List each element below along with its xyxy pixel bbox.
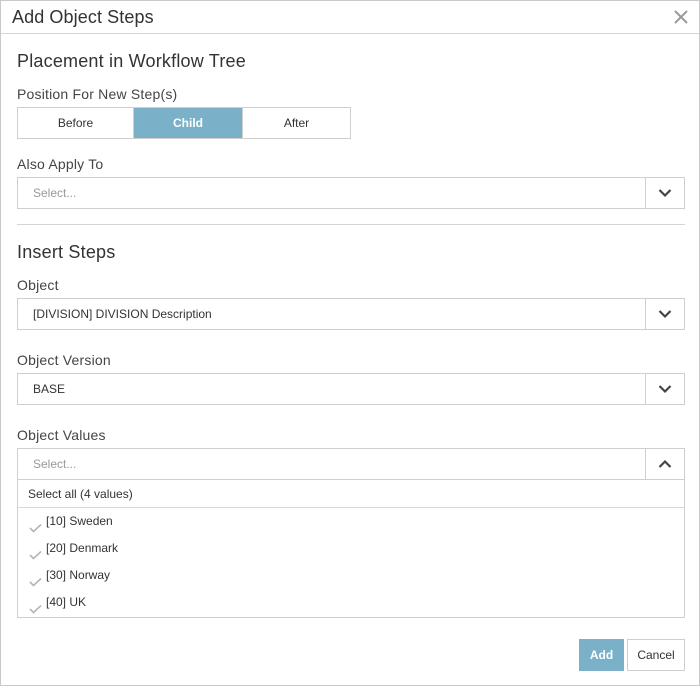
object-value: [DIVISION] DIVISION Description bbox=[33, 307, 212, 321]
object-version-label: Object Version bbox=[17, 352, 111, 368]
object-label: Object bbox=[17, 277, 59, 293]
close-icon[interactable] bbox=[671, 7, 691, 27]
dialog-titlebar: Add Object Steps bbox=[1, 1, 699, 34]
object-version-value: BASE bbox=[33, 382, 66, 396]
list-item[interactable]: [40] UK bbox=[18, 589, 684, 616]
chevron-up-icon bbox=[658, 459, 672, 468]
list-item[interactable]: [20] Denmark bbox=[18, 535, 684, 562]
also-apply-select[interactable]: Select... bbox=[17, 177, 685, 209]
also-apply-label: Also Apply To bbox=[17, 156, 104, 172]
position-before-button[interactable]: Before bbox=[18, 108, 134, 138]
placement-section-title: Placement in Workflow Tree bbox=[17, 51, 246, 71]
section-divider bbox=[17, 224, 685, 225]
object-select[interactable]: [DIVISION] DIVISION Description bbox=[17, 298, 685, 330]
object-values-toggle[interactable] bbox=[645, 449, 684, 479]
chevron-down-icon bbox=[658, 189, 672, 198]
list-item[interactable]: [10] Sweden bbox=[18, 508, 684, 535]
object-values-placeholder: Select... bbox=[33, 457, 77, 471]
position-child-button[interactable]: Child bbox=[134, 108, 243, 138]
insert-section-title: Insert Steps bbox=[17, 242, 116, 262]
object-version-toggle[interactable] bbox=[645, 374, 684, 404]
option-label: [30] Norway bbox=[46, 568, 111, 582]
option-label: [20] Denmark bbox=[46, 541, 119, 555]
object-values-dropdown: Select all (4 values) [10] Sweden [20] D… bbox=[17, 480, 685, 618]
check-icon bbox=[29, 597, 42, 624]
add-button[interactable]: Add bbox=[579, 639, 624, 671]
object-values-label: Object Values bbox=[17, 427, 106, 443]
position-segmented-control: Before Child After bbox=[17, 107, 351, 139]
position-after-button[interactable]: After bbox=[243, 108, 350, 138]
also-apply-toggle[interactable] bbox=[645, 178, 684, 208]
chevron-down-icon bbox=[658, 310, 672, 319]
option-label: [40] UK bbox=[46, 595, 87, 609]
add-object-steps-dialog: Add Object Steps Placement in Workflow T… bbox=[0, 0, 700, 686]
position-label: Position For New Step(s) bbox=[17, 86, 178, 102]
chevron-down-icon bbox=[658, 385, 672, 394]
dialog-title: Add Object Steps bbox=[12, 7, 154, 27]
list-item[interactable]: [30] Norway bbox=[18, 562, 684, 589]
object-values-select[interactable]: Select... bbox=[17, 448, 685, 480]
object-version-select[interactable]: BASE bbox=[17, 373, 685, 405]
object-toggle[interactable] bbox=[645, 299, 684, 329]
also-apply-placeholder: Select... bbox=[33, 186, 77, 200]
option-label: [10] Sweden bbox=[46, 514, 113, 528]
cancel-button[interactable]: Cancel bbox=[627, 639, 685, 671]
select-all-option[interactable]: Select all (4 values) bbox=[18, 480, 684, 508]
